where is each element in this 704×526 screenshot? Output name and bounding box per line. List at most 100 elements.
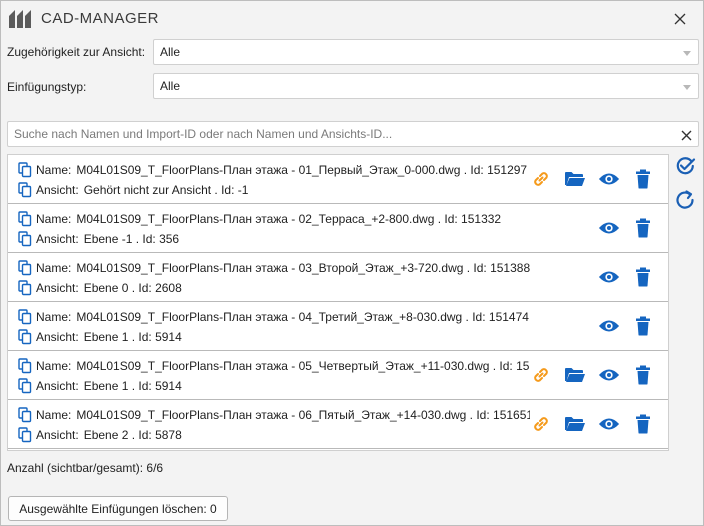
- delete-selected-button[interactable]: Ausgewählte Einfügungen löschen: 0: [8, 496, 228, 521]
- item-view-line: Ansicht: Ebene 0 . Id: 2608: [18, 280, 530, 297]
- delete-item-button[interactable]: [632, 266, 654, 288]
- refresh-button[interactable]: [674, 189, 696, 211]
- copy-icon[interactable]: [18, 378, 32, 394]
- item-name-line: Name: M04L01S09_T_FloorPlans-План этажа -…: [18, 211, 530, 228]
- item-name-text: Name: M04L01S09_T_FloorPlans-План этажа -…: [36, 359, 530, 373]
- link-button[interactable]: [530, 413, 552, 435]
- trash-icon: [636, 365, 650, 385]
- item-view-label: Ansicht:: [36, 379, 79, 393]
- list-item[interactable]: Name: M04L01S09_T_FloorPlans-План этажа -…: [8, 155, 668, 204]
- type-filter-label: Einfügungstyp:: [7, 80, 87, 94]
- open-folder-button[interactable]: [564, 364, 586, 386]
- item-actions: [518, 168, 654, 190]
- link-button[interactable]: [530, 168, 552, 190]
- show-in-view-button[interactable]: [598, 266, 620, 288]
- trash-icon: [636, 267, 650, 287]
- copy-icon[interactable]: [18, 407, 32, 423]
- item-view-label: Ansicht:: [36, 183, 79, 197]
- link-icon: [534, 172, 548, 186]
- window-title: CAD-MANAGER: [41, 10, 160, 27]
- eye-icon: [598, 369, 620, 381]
- eye-icon: [598, 418, 620, 430]
- refresh-icon: [676, 190, 694, 209]
- item-name-label: Name:: [36, 212, 72, 226]
- item-view-label: Ansicht:: [36, 281, 79, 295]
- type-filter-dropdown[interactable]: Alle: [153, 73, 699, 99]
- item-name-line: Name: M04L01S09_T_FloorPlans-План этажа -…: [18, 260, 530, 277]
- copy-icon[interactable]: [18, 280, 32, 296]
- list-item[interactable]: Name: M04L01S09_T_FloorPlans-План этажа -…: [8, 400, 668, 449]
- open-folder-button[interactable]: [564, 168, 586, 190]
- item-view-value: Ebene 1 . Id: 5914: [83, 379, 182, 393]
- item-name-label: Name:: [36, 310, 72, 324]
- delete-item-button[interactable]: [632, 315, 654, 337]
- search-clear-button[interactable]: [678, 127, 694, 143]
- item-view-text: Ansicht: Ebene 1 . Id: 5914: [36, 330, 182, 344]
- copy-icon[interactable]: [18, 358, 32, 374]
- copy-icon[interactable]: [18, 182, 32, 198]
- delete-item-button[interactable]: [632, 217, 654, 239]
- close-button[interactable]: [665, 5, 695, 33]
- view-filter-dropdown[interactable]: Alle: [153, 39, 699, 65]
- title-bar: CAD-MANAGER: [1, 1, 703, 37]
- item-view-text: Ansicht: Ebene -1 . Id: 356: [36, 232, 179, 246]
- copy-icon[interactable]: [18, 231, 32, 247]
- list-item[interactable]: Name: M04L01S09_T_FloorPlans-План этажа -…: [8, 253, 668, 302]
- open-folder-button[interactable]: [564, 413, 586, 435]
- item-view-text: Ansicht: Ebene 0 . Id: 2608: [36, 281, 182, 295]
- eye-icon: [598, 222, 620, 234]
- item-name-label: Name:: [36, 261, 72, 275]
- type-filter-value: Alle: [160, 79, 181, 93]
- item-actions: [586, 266, 654, 288]
- item-name-value: M04L01S09_T_FloorPlans-План этажа - 03_В…: [76, 261, 530, 275]
- insert-list: Name: M04L01S09_T_FloorPlans-План этажа -…: [7, 154, 669, 451]
- search-input[interactable]: [9, 123, 669, 145]
- item-name-text: Name: M04L01S09_T_FloorPlans-План этажа -…: [36, 408, 530, 422]
- copy-icon[interactable]: [18, 211, 32, 227]
- show-in-view-button[interactable]: [598, 413, 620, 435]
- show-in-view-button[interactable]: [598, 168, 620, 190]
- check-all-icon: [676, 157, 696, 175]
- item-name-line: Name: M04L01S09_T_FloorPlans-План этажа -…: [18, 407, 530, 424]
- delete-item-button[interactable]: [632, 413, 654, 435]
- item-name-value: M04L01S09_T_FloorPlans-План этажа - 04_Т…: [76, 310, 529, 324]
- close-icon: [674, 13, 686, 25]
- item-view-line: Ansicht: Ebene -1 . Id: 356: [18, 231, 530, 248]
- view-filter-label: Zugehörigkeit zur Ansicht:: [7, 45, 146, 59]
- link-icon: [534, 417, 548, 431]
- show-in-view-button[interactable]: [598, 315, 620, 337]
- copy-icon[interactable]: [18, 427, 32, 443]
- item-actions: [586, 315, 654, 337]
- eye-icon: [598, 320, 620, 332]
- folder-icon: [565, 368, 585, 382]
- item-view-line: Ansicht: Ebene 1 . Id: 5914: [18, 329, 530, 346]
- delete-item-button[interactable]: [632, 168, 654, 190]
- item-name-value: M04L01S09_T_FloorPlans-План этажа - 02_Т…: [76, 212, 502, 226]
- trash-icon: [636, 169, 650, 189]
- select-all-button[interactable]: [674, 155, 696, 177]
- copy-icon[interactable]: [18, 309, 32, 325]
- link-button[interactable]: [530, 364, 552, 386]
- list-item[interactable]: Name: M04L01S09_T_FloorPlans-План этажа -…: [8, 204, 668, 253]
- copy-icon[interactable]: [18, 329, 32, 345]
- copy-icon[interactable]: [18, 162, 32, 178]
- show-in-view-button[interactable]: [598, 217, 620, 239]
- show-in-view-button[interactable]: [598, 364, 620, 386]
- copy-icon[interactable]: [18, 260, 32, 276]
- item-name-text: Name: M04L01S09_T_FloorPlans-План этажа -…: [36, 261, 530, 275]
- list-item[interactable]: Name: M04L01S09_T_FloorPlans-План этажа -…: [8, 351, 668, 400]
- chevron-down-icon: [683, 85, 691, 90]
- item-view-text: Ansicht: Ebene 1 . Id: 5914: [36, 379, 182, 393]
- eye-icon: [598, 271, 620, 283]
- item-actions: [586, 217, 654, 239]
- item-view-value: Ebene 1 . Id: 5914: [83, 330, 182, 344]
- item-view-line: Ansicht: Ebene 1 . Id: 5914: [18, 378, 530, 395]
- item-name-text: Name: M04L01S09_T_FloorPlans-План этажа -…: [36, 163, 527, 177]
- delete-item-button[interactable]: [632, 364, 654, 386]
- item-name-line: Name: M04L01S09_T_FloorPlans-План этажа -…: [18, 162, 530, 179]
- list-item[interactable]: Name: M04L01S09_T_FloorPlans-План этажа -…: [8, 302, 668, 351]
- item-name-value: M04L01S09_T_FloorPlans-План этажа - 06_П…: [76, 408, 530, 422]
- trash-icon: [636, 316, 650, 336]
- visible-count: Anzahl (sichtbar/gesamt): 6/6: [7, 461, 164, 475]
- trash-icon: [636, 218, 650, 238]
